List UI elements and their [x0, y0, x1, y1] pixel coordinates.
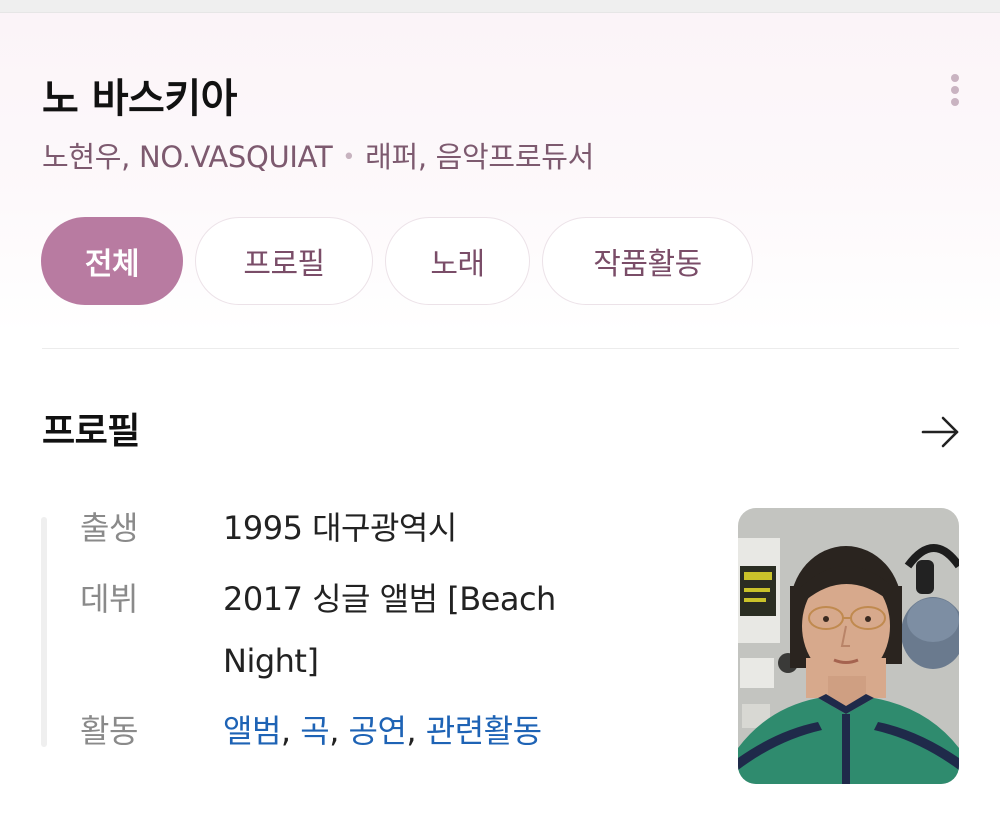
activity-label: 활동: [80, 712, 138, 750]
link-related-activities[interactable]: 관련활동: [426, 712, 542, 750]
tab-works[interactable]: 작품활동: [542, 217, 753, 305]
artist-occupation: 래퍼, 음악프로듀서: [365, 140, 594, 174]
divider: [42, 348, 959, 349]
artist-photo[interactable]: [738, 508, 959, 784]
debut-label: 데뷔: [80, 580, 138, 618]
artist-name: 노 바스키아: [42, 76, 237, 122]
separator-dot: •: [342, 145, 356, 170]
artist-subtitle: 노현우, NO.VASQUIAT • 래퍼, 음악프로듀서: [42, 134, 594, 176]
link-separator: ,: [406, 712, 426, 750]
link-songs[interactable]: 곡: [300, 712, 329, 750]
birth-value: 1995 대구광역시: [223, 509, 457, 547]
tab-profile[interactable]: 프로필: [195, 217, 373, 305]
more-vertical-icon[interactable]: [944, 72, 966, 108]
debut-value: 2017 싱글 앨범 [Beach Night]: [223, 580, 556, 680]
arrow-right-icon[interactable]: [919, 410, 963, 454]
activity-links: 앨범, 곡, 공연, 관련활동: [223, 700, 643, 762]
link-separator: ,: [329, 712, 349, 750]
top-strip: [0, 0, 1000, 13]
link-separator: ,: [280, 712, 301, 750]
link-performances[interactable]: 공연: [349, 712, 407, 750]
profile-accent-bar: [41, 517, 47, 747]
birth-label: 출생: [80, 509, 138, 547]
tab-all[interactable]: 전체: [41, 217, 183, 305]
artist-aliases: 노현우, NO.VASQUIAT: [42, 140, 333, 174]
profile-section-title[interactable]: 프로필: [42, 402, 140, 454]
link-albums[interactable]: 앨범: [223, 712, 281, 750]
tab-songs[interactable]: 노래: [385, 217, 530, 305]
